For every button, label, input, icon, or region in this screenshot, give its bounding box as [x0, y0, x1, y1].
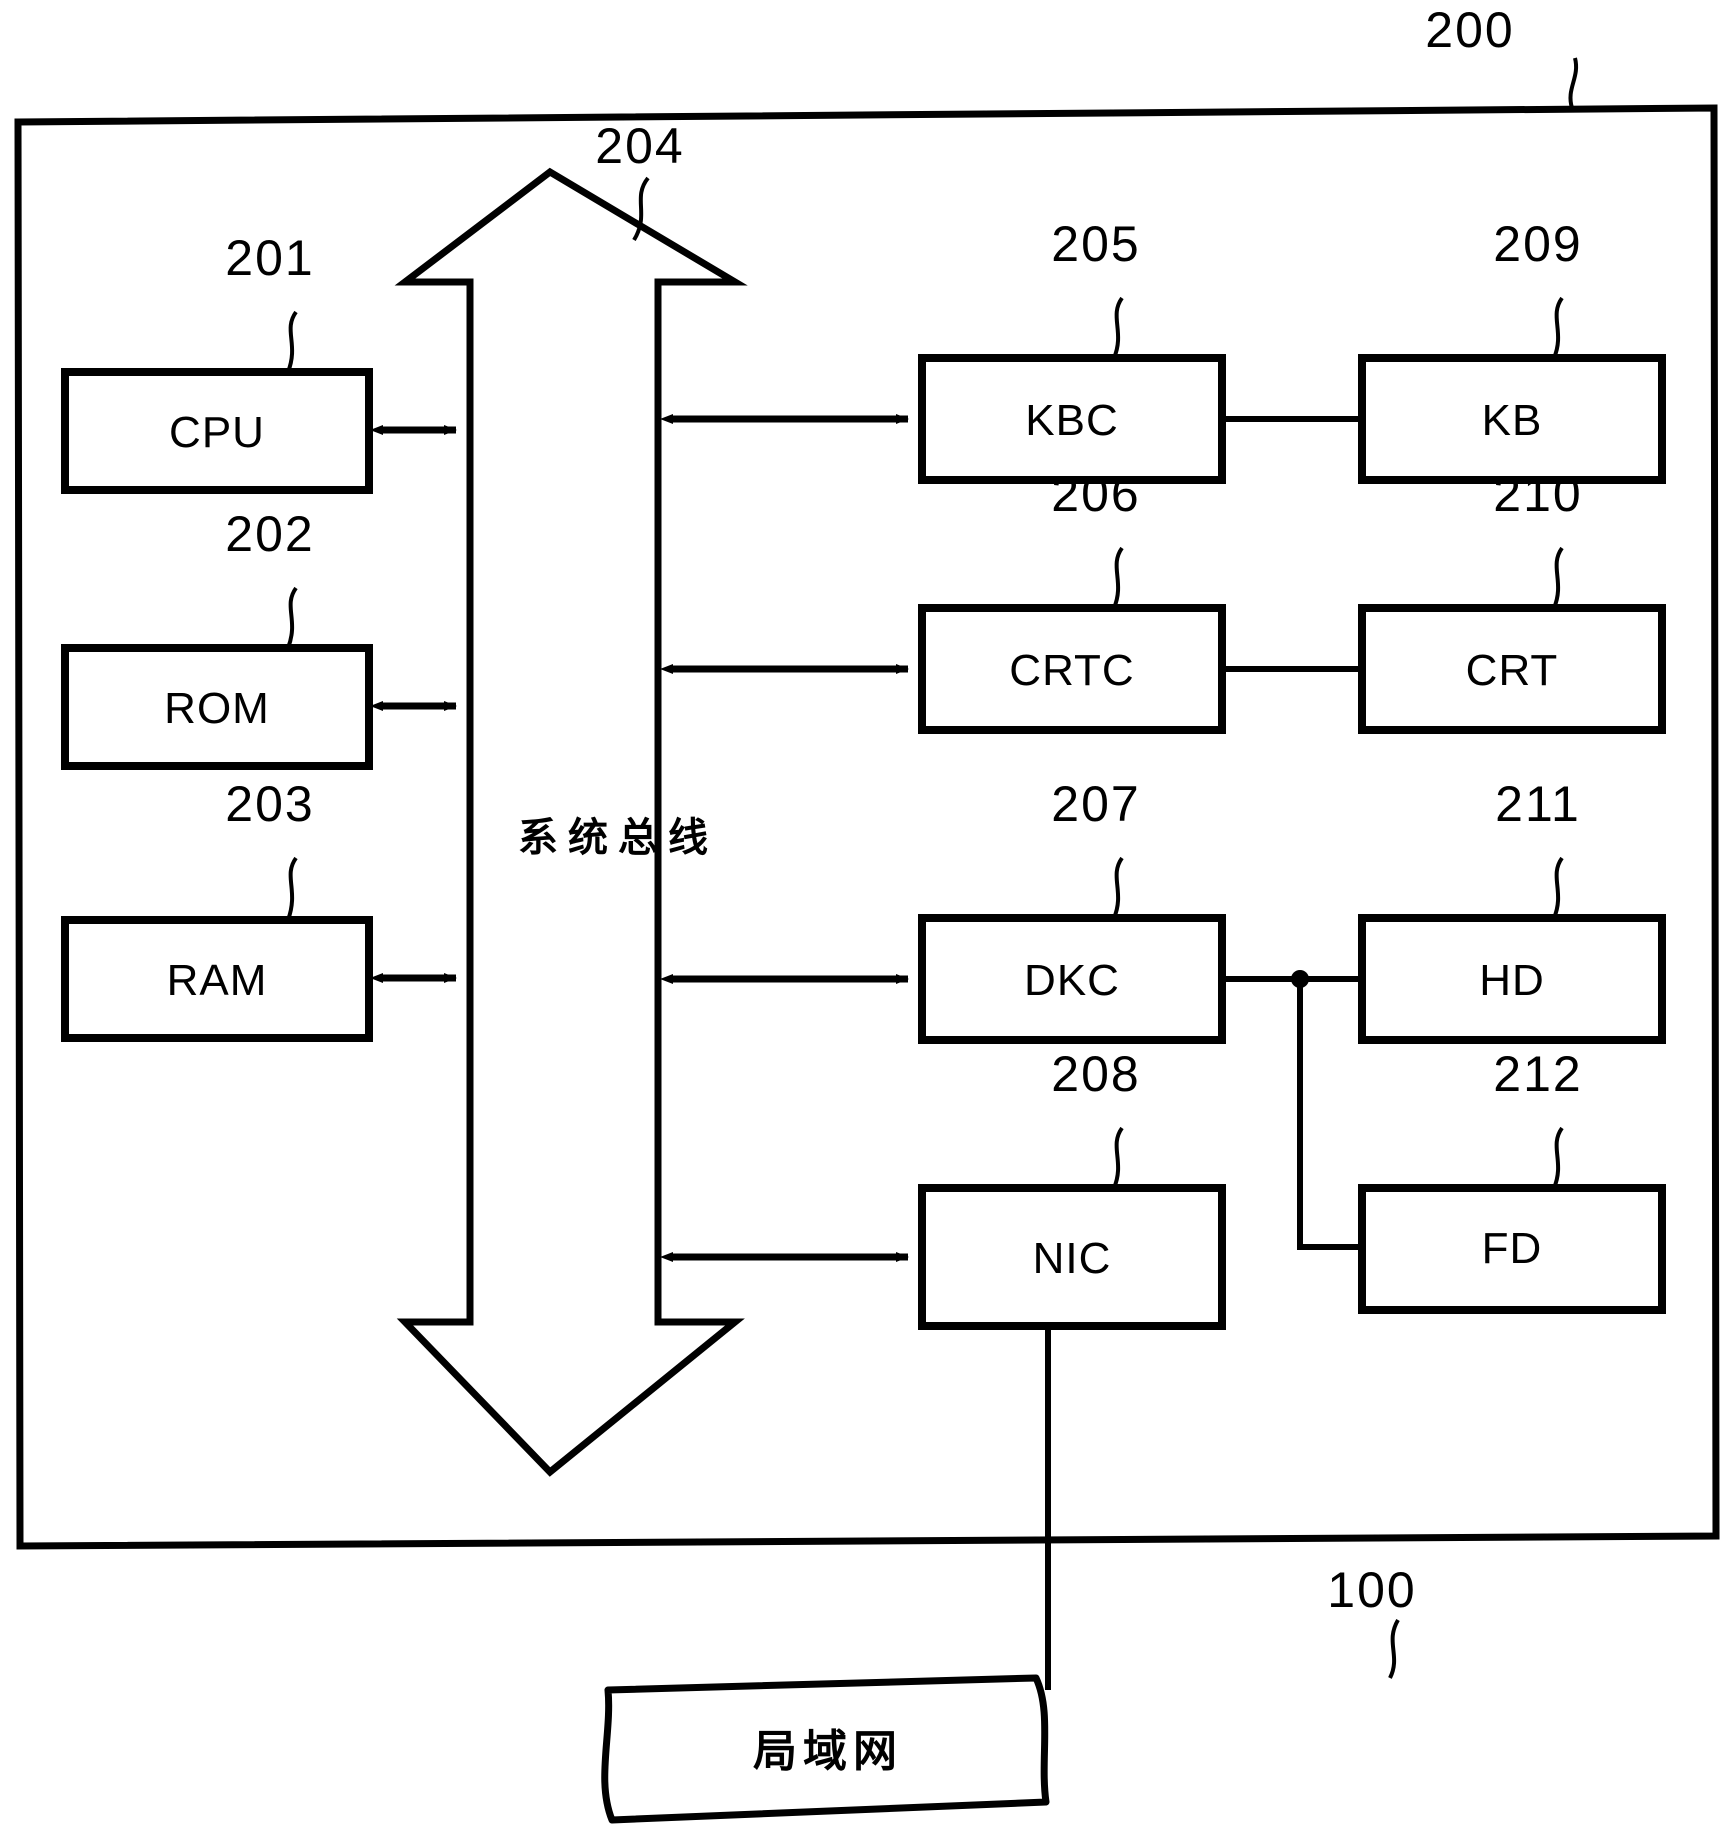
- block-label-fd: FD: [1481, 1224, 1543, 1273]
- ref-leader-200: [1568, 57, 1579, 109]
- ref-leader-209: [1552, 296, 1564, 359]
- block-label-kbc: KBC: [1025, 396, 1119, 445]
- block-label-ram: RAM: [166, 956, 268, 1005]
- block-label-hd: HD: [1479, 956, 1545, 1005]
- block-label-cpu: CPU: [169, 408, 265, 457]
- ref-numeral-212: 212: [1493, 1046, 1583, 1102]
- junction-dot: [1291, 970, 1309, 988]
- ref-numeral-208: 208: [1051, 1046, 1141, 1102]
- ref-leader-201: [286, 310, 298, 373]
- patent-figure: 200 201 202 203 204 205 206 207 208 209 …: [0, 0, 1728, 1844]
- ref-numeral-201: 201: [225, 230, 315, 286]
- ref-numeral-203: 203: [225, 776, 315, 832]
- ref-leader-212: [1552, 1126, 1564, 1189]
- block-label-rom: ROM: [164, 684, 270, 733]
- ref-leader-206: [1112, 546, 1124, 609]
- ref-numeral-202: 202: [225, 506, 315, 562]
- ref-numeral-210: 210: [1493, 466, 1583, 522]
- ref-numeral-211: 211: [1495, 776, 1581, 832]
- ref-leader-208: [1112, 1126, 1124, 1189]
- block-label-dkc: DKC: [1024, 956, 1120, 1005]
- system-bus-label: 系统总线: [518, 815, 718, 861]
- lan-label: 局域网: [753, 1726, 903, 1777]
- ref-leader-202: [286, 586, 298, 649]
- block-label-crtc: CRTC: [1009, 646, 1135, 695]
- block-label-crt: CRT: [1465, 646, 1559, 695]
- ref-numeral-205: 205: [1051, 216, 1141, 272]
- ref-leader-203: [286, 856, 298, 921]
- ref-numeral-204: 204: [595, 118, 685, 174]
- connector-dkc-hd-fd: [1222, 970, 1362, 1250]
- ref-leader-100: [1388, 1618, 1400, 1679]
- ref-leader-207: [1112, 856, 1124, 919]
- block-label-kb: KB: [1481, 396, 1543, 445]
- ref-numeral-100: 100: [1327, 1562, 1417, 1618]
- ref-leader-211: [1552, 856, 1564, 919]
- ref-numeral-200: 200: [1425, 2, 1515, 58]
- block-label-nic: NIC: [1032, 1234, 1112, 1283]
- ref-leader-210: [1552, 546, 1564, 609]
- ref-leader-205: [1112, 296, 1124, 359]
- ref-numeral-207: 207: [1051, 776, 1141, 832]
- ref-numeral-206: 206: [1051, 466, 1141, 522]
- ref-numeral-209: 209: [1493, 216, 1583, 272]
